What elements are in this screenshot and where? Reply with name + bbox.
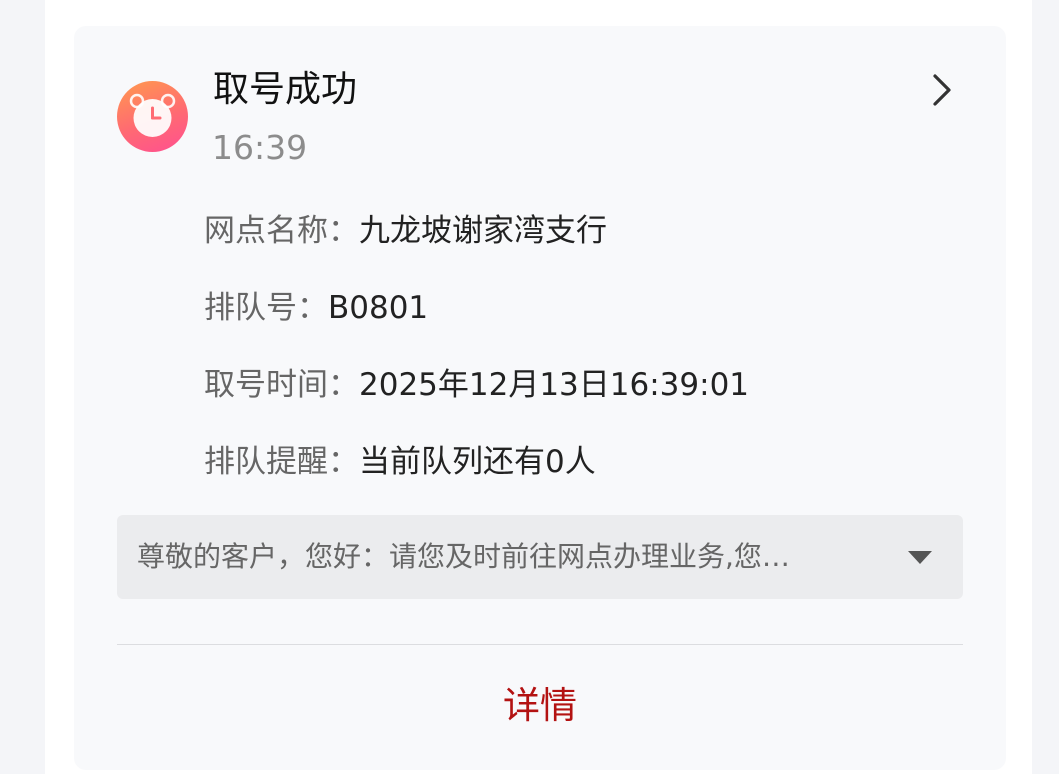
branch-name-value: 九龙坡谢家湾支行 (359, 213, 607, 249)
alarm-clock-icon (117, 81, 188, 152)
info-row-queue-number: 排队号：B0801 (204, 286, 428, 330)
chevron-right-icon[interactable] (927, 70, 957, 110)
queue-reminder-label: 排队提醒： (204, 444, 359, 480)
info-row-queue-reminder: 排队提醒：当前队列还有0人 (204, 440, 596, 484)
ticket-time-label: 取号时间： (204, 367, 359, 403)
queue-reminder-value: 当前队列还有0人 (359, 444, 596, 480)
info-row-ticket-time: 取号时间：2025年12月13日16:39:01 (204, 363, 749, 407)
notification-card[interactable]: 取号成功 16:39 网点名称：九龙坡谢家湾支行 排队号：B0801 取号时间：… (74, 26, 1006, 770)
notification-time: 16:39 (212, 128, 308, 167)
info-row-branch-name: 网点名称：九龙坡谢家湾支行 (204, 209, 607, 253)
divider (117, 644, 963, 645)
queue-number-value: B0801 (328, 290, 429, 326)
notice-text: 尊敬的客户，您好：请您及时前往网点办理业务,您… (137, 540, 790, 573)
ticket-time-value: 2025年12月13日16:39:01 (359, 367, 750, 403)
queue-number-label: 排队号： (204, 290, 328, 326)
branch-name-label: 网点名称： (204, 213, 359, 249)
notification-title: 取号成功 (213, 69, 358, 110)
notice-box[interactable]: 尊敬的客户，您好：请您及时前往网点办理业务,您… (117, 515, 963, 599)
caret-down-icon[interactable] (903, 543, 937, 571)
detail-button[interactable]: 详情 (74, 680, 1006, 732)
